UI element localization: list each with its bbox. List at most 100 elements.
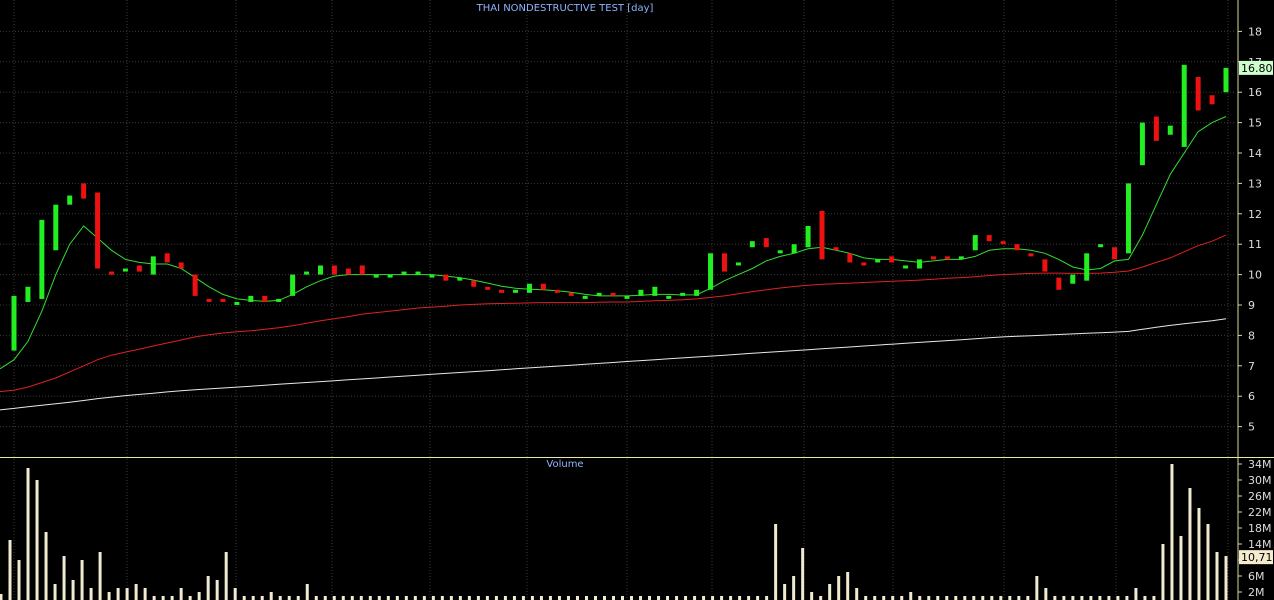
volume-bar — [1215, 552, 1219, 600]
volume-bar — [630, 596, 634, 600]
volume-bar — [512, 596, 516, 600]
volume-bar — [891, 596, 895, 600]
candle-up — [596, 292, 602, 296]
price-tick-label: 5 — [1248, 421, 1255, 434]
volume-bar — [963, 596, 967, 600]
candle-down — [192, 274, 198, 296]
volume-bar — [1152, 596, 1156, 600]
volume-bar — [828, 584, 832, 600]
value-tags: 16.80 10,714 — [1239, 60, 1274, 565]
volume-bar — [1008, 596, 1012, 600]
volume-bar — [116, 588, 120, 600]
volume-bar — [503, 596, 507, 600]
volume-bar — [999, 596, 1003, 600]
price-tick-label: 16 — [1248, 86, 1262, 99]
volume-bar — [837, 576, 841, 600]
candle-down — [819, 210, 825, 260]
volume-bar — [404, 596, 408, 600]
candle-up — [638, 289, 644, 296]
volume-bar — [1134, 588, 1138, 600]
volume-bar — [584, 596, 588, 600]
volume-bar — [783, 584, 787, 600]
volume-bar — [1062, 596, 1066, 600]
candle-down — [206, 298, 212, 302]
volume-bar — [485, 596, 489, 600]
volume-bar — [35, 480, 39, 600]
grid — [0, 0, 1274, 600]
volume-bar — [1026, 596, 1030, 600]
candle-down — [1000, 241, 1006, 245]
volume-bar — [287, 596, 291, 600]
volume-bar — [684, 596, 688, 600]
candle-up — [624, 295, 630, 299]
candle-down — [220, 298, 226, 302]
volume-bar — [269, 592, 273, 600]
price-tick-label: 13 — [1248, 177, 1262, 190]
volume-bar — [359, 596, 363, 600]
volume-bar — [1197, 508, 1201, 600]
volume-bar — [368, 596, 372, 600]
volume-bar — [1089, 596, 1093, 600]
volume-bar — [693, 596, 697, 600]
candle-up — [875, 259, 881, 263]
volume-bar — [62, 556, 66, 600]
volume-title: Volume — [546, 459, 584, 470]
candle-down — [1209, 95, 1215, 105]
volume-bar — [431, 596, 435, 600]
volume-bar — [1179, 536, 1183, 600]
volume-bar — [98, 552, 102, 600]
price-tick-label: 11 — [1248, 238, 1262, 251]
candle-down — [485, 286, 491, 290]
candle-up — [526, 283, 532, 293]
candle-down — [721, 253, 727, 272]
volume-bar — [71, 580, 75, 600]
volume-bar — [260, 596, 264, 600]
volume-bar — [251, 596, 255, 600]
volume-bar — [557, 596, 561, 600]
volume-bar — [945, 596, 949, 600]
candle-down — [540, 283, 546, 290]
volume-bar — [675, 596, 679, 600]
candle-up — [958, 256, 964, 260]
volume-bar — [936, 596, 940, 600]
volume-bar — [711, 596, 715, 600]
candle-down — [1042, 259, 1048, 272]
volume-bar — [296, 596, 300, 600]
candle-up — [513, 289, 519, 293]
volume-bar — [467, 596, 471, 600]
volume-bar — [602, 596, 606, 600]
volume-bar — [774, 524, 778, 600]
candle-up — [11, 295, 17, 351]
volume-bar — [639, 596, 643, 600]
candle-up — [582, 295, 588, 299]
volume-bar — [17, 560, 21, 600]
candle-down — [178, 262, 184, 269]
volume-bar — [1080, 596, 1084, 600]
volume-bar — [1071, 596, 1075, 600]
candle-down — [986, 235, 992, 242]
candle-up — [429, 274, 435, 278]
volume-bar — [0, 594, 3, 600]
price-tick-label: 15 — [1248, 117, 1262, 130]
volume-bar — [909, 592, 913, 600]
volume-bar — [927, 596, 931, 600]
volume-bars — [0, 464, 1228, 600]
stock-chart: 56789101112131415161718 2M6M10M14M18M22M… — [0, 0, 1274, 600]
candle-up — [25, 286, 31, 302]
candle-down — [610, 292, 616, 296]
candle-up — [805, 225, 811, 248]
volume-bar — [134, 584, 138, 600]
volume-tick-label: 26M — [1248, 490, 1272, 503]
candle-up — [791, 244, 797, 254]
volume-bar — [738, 596, 742, 600]
candle-up — [694, 289, 700, 296]
candle-down — [109, 271, 115, 275]
volume-bar — [377, 596, 381, 600]
volume-bar — [720, 596, 724, 600]
volume-bar — [278, 596, 282, 600]
candle-down — [81, 183, 87, 199]
volume-bar — [981, 596, 985, 600]
candle-down — [345, 268, 351, 275]
volume-bar — [539, 596, 543, 600]
candle-down — [568, 292, 574, 296]
